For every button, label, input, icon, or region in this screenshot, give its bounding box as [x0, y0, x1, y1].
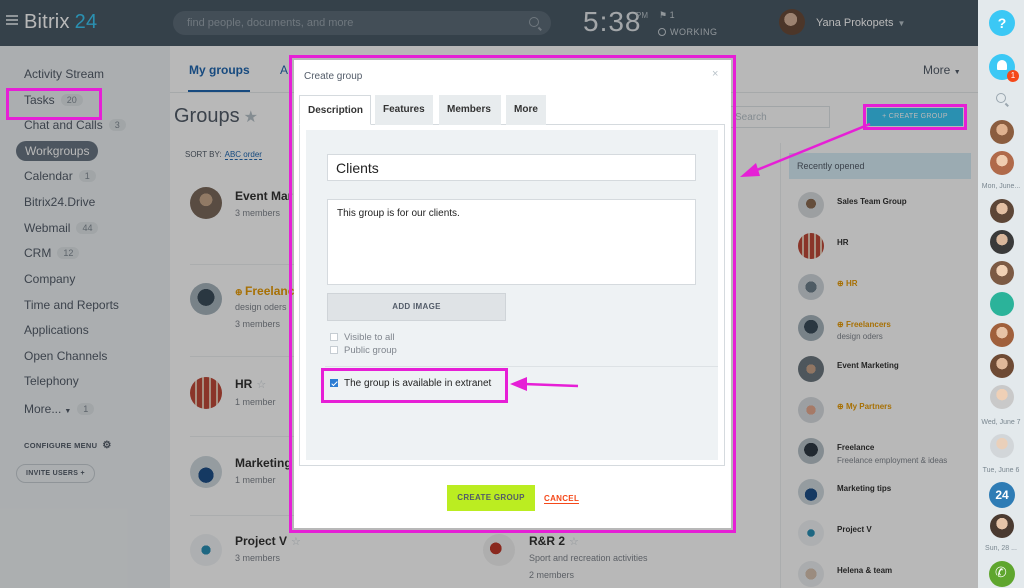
- group-name-input[interactable]: Clients: [327, 154, 696, 181]
- add-image-button[interactable]: ADD IMAGE: [327, 293, 506, 321]
- checkbox-box[interactable]: [330, 333, 338, 341]
- help-button[interactable]: ?: [989, 10, 1015, 36]
- tab-description[interactable]: Description: [299, 95, 371, 125]
- public-group-checkbox[interactable]: Public group: [330, 345, 397, 356]
- tab-features[interactable]: Features: [375, 95, 433, 125]
- bitrix24-chat-icon[interactable]: 24: [989, 482, 1015, 508]
- contact-avatar[interactable]: [990, 323, 1014, 347]
- tab-members[interactable]: Members: [439, 95, 501, 125]
- date-label: Mon, June...: [981, 183, 1021, 190]
- checkbox-box[interactable]: [330, 346, 338, 354]
- cancel-button[interactable]: CANCEL: [544, 494, 580, 504]
- notification-count: 1: [1007, 70, 1019, 82]
- date-label: Tue, June 6: [982, 467, 1020, 474]
- contact-avatar[interactable]: [990, 261, 1014, 285]
- contact-avatar[interactable]: [990, 120, 1014, 144]
- search-icon[interactable]: [996, 93, 1006, 103]
- annotation-highlight-extranet: [321, 368, 508, 403]
- phone-icon[interactable]: [989, 561, 1015, 587]
- date-label: Sun, 28 ...: [985, 545, 1017, 552]
- right-rail: ? 1 Mon, June... Wed, June 7 Tue, June 6…: [978, 0, 1024, 588]
- contact-avatar[interactable]: [990, 151, 1014, 175]
- create-group-submit-button[interactable]: CREATE GROUP: [447, 485, 535, 511]
- visible-to-all-checkbox[interactable]: Visible to all: [330, 332, 395, 343]
- megaphone-icon[interactable]: [990, 292, 1014, 316]
- annotation-highlight-workgroups: [6, 88, 102, 120]
- contact-avatar[interactable]: [990, 385, 1014, 409]
- date-label: Wed, June 7: [981, 419, 1021, 426]
- checkbox-label: Public group: [344, 345, 397, 356]
- group-description-textarea[interactable]: This group is for our clients.: [327, 199, 696, 285]
- contact-avatar[interactable]: [990, 199, 1014, 223]
- contact-avatar[interactable]: [990, 514, 1014, 538]
- contact-avatar[interactable]: [990, 434, 1014, 458]
- close-icon[interactable]: ×: [712, 68, 718, 80]
- dialog-title: Create group: [304, 71, 363, 82]
- contact-avatar[interactable]: [990, 230, 1014, 254]
- notifications-bell-icon[interactable]: 1: [989, 54, 1019, 82]
- tab-more[interactable]: More: [506, 95, 546, 125]
- divider: [325, 366, 718, 367]
- annotation-highlight-create-group: [863, 104, 967, 130]
- contact-avatar[interactable]: [990, 354, 1014, 378]
- checkbox-label: Visible to all: [344, 332, 395, 343]
- create-group-dialog: Create group × Description Features Memb…: [294, 60, 731, 528]
